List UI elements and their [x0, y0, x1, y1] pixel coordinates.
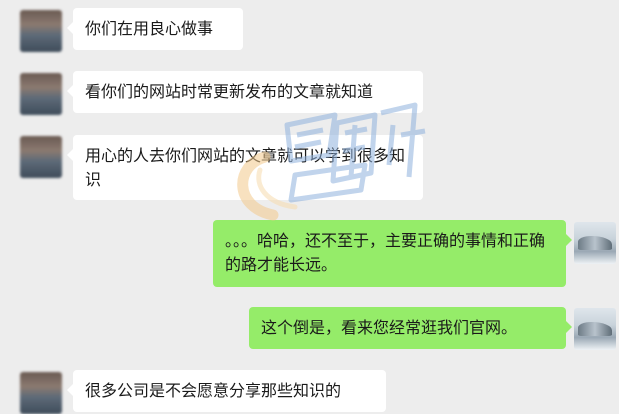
contact-avatar[interactable]: [20, 10, 62, 52]
self-avatar[interactable]: [574, 222, 616, 264]
incoming-message-bubble[interactable]: 你们在用良心做事: [67, 8, 243, 50]
incoming-message-bubble[interactable]: 看你们的网站时常更新发布的文章就知道: [67, 71, 423, 113]
incoming-message-bubble[interactable]: 很多公司是不会愿意分享那些知识的: [67, 370, 386, 412]
self-avatar[interactable]: [574, 308, 616, 350]
incoming-message-bubble[interactable]: 用心的人去你们网站的文章就可以学到很多知识: [67, 135, 423, 200]
message-text: 你们在用良心做事: [85, 19, 214, 38]
message-text: 很多公司是不会愿意分享那些知识的: [85, 381, 342, 400]
message-text: 看你们的网站时常更新发布的文章就知道: [85, 82, 374, 101]
outgoing-message-bubble[interactable]: 。。。哈哈，还不至于，主要正确的事情和正确的路才能长远。: [213, 220, 572, 287]
message-text: 。。。哈哈，还不至于，主要正确的事情和正确的路才能长远。: [225, 231, 546, 274]
message-text: 这个倒是，看来您经常逛我们官网。: [261, 318, 518, 337]
contact-avatar[interactable]: [20, 73, 62, 115]
outgoing-message-bubble[interactable]: 这个倒是，看来您经常逛我们官网。: [249, 307, 572, 349]
contact-avatar[interactable]: [20, 136, 62, 178]
contact-avatar[interactable]: [20, 372, 62, 414]
message-text: 用心的人去你们网站的文章就可以学到很多知识: [85, 146, 406, 189]
